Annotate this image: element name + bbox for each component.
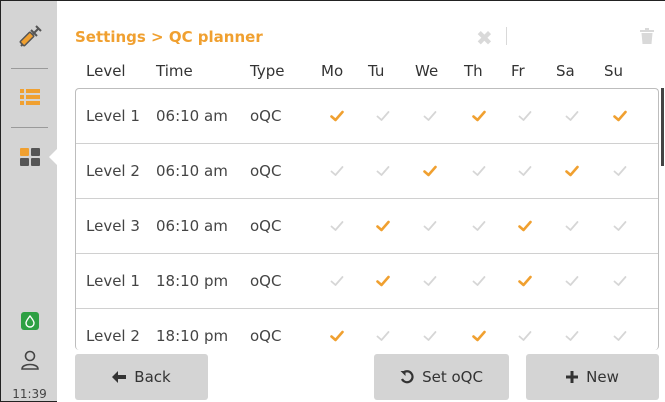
check-icon[interactable]: [472, 109, 486, 123]
undo-icon: [400, 370, 414, 384]
check-icon[interactable]: [472, 164, 486, 178]
cell-level: Level 2: [86, 327, 140, 345]
check-icon[interactable]: [330, 274, 344, 288]
cell-level: Level 1: [86, 272, 140, 290]
header-th: Th: [464, 62, 483, 80]
back-button[interactable]: Back: [75, 354, 208, 400]
check-icon[interactable]: [330, 219, 344, 233]
header-su: Su: [604, 62, 624, 80]
set-oqc-button[interactable]: Set oQC: [374, 354, 509, 400]
cell-time: 06:10 am: [156, 162, 228, 180]
check-icon[interactable]: [613, 219, 627, 233]
cell-type: oQC: [250, 327, 282, 345]
cell-level: Level 2: [86, 162, 140, 180]
back-label: Back: [134, 368, 171, 386]
sidebar-divider: [11, 68, 48, 69]
cell-level: Level 3: [86, 217, 140, 235]
check-icon[interactable]: [376, 109, 390, 123]
list-icon[interactable]: [1, 83, 58, 111]
cell-time: 06:10 am: [156, 217, 228, 235]
check-icon[interactable]: [518, 164, 532, 178]
arrow-left-icon: [112, 371, 127, 383]
breadcrumb: Settings > QC planner: [75, 28, 263, 46]
check-icon[interactable]: [565, 164, 579, 178]
top-frame: [0, 0, 665, 1]
cell-type: oQC: [250, 217, 282, 235]
check-icon[interactable]: [472, 219, 486, 233]
check-icon[interactable]: [518, 219, 532, 233]
new-label: New: [586, 368, 619, 386]
check-icon[interactable]: [565, 274, 579, 288]
check-icon[interactable]: [472, 274, 486, 288]
check-icon[interactable]: [613, 164, 627, 178]
check-icon[interactable]: [330, 164, 344, 178]
cell-type: oQC: [250, 162, 282, 180]
table-row[interactable]: Level 1 18:10 pm oQC: [76, 254, 658, 309]
header-time: Time: [156, 62, 193, 80]
header-fr: Fr: [511, 62, 525, 80]
check-icon[interactable]: [423, 274, 437, 288]
table-row[interactable]: Level 3 06:10 am oQC: [76, 199, 658, 254]
table-row[interactable]: Level 2 06:10 am oQC: [76, 144, 658, 199]
new-button[interactable]: New: [526, 354, 659, 400]
check-icon[interactable]: [518, 274, 532, 288]
check-icon[interactable]: [376, 219, 390, 233]
sidebar-divider: [11, 127, 48, 128]
check-icon[interactable]: [472, 329, 486, 343]
cell-level: Level 1: [86, 107, 140, 125]
scrollbar[interactable]: [661, 88, 664, 166]
cell-type: oQC: [250, 107, 282, 125]
check-icon[interactable]: [376, 164, 390, 178]
header-type: Type: [250, 62, 285, 80]
check-icon[interactable]: [613, 329, 627, 343]
header-mo: Mo: [321, 62, 344, 80]
check-icon[interactable]: [423, 164, 437, 178]
trash-icon[interactable]: [640, 28, 654, 48]
user-icon[interactable]: [1, 347, 58, 373]
header-divider: [506, 27, 507, 45]
check-icon[interactable]: [565, 219, 579, 233]
column-headers: Level Time Type Mo Tu We Th Fr Sa Su: [75, 62, 660, 84]
close-icon[interactable]: ✖: [476, 26, 493, 50]
cell-time: 18:10 pm: [156, 272, 229, 290]
check-icon[interactable]: [565, 329, 579, 343]
header-tu: Tu: [368, 62, 385, 80]
check-icon[interactable]: [376, 329, 390, 343]
header-we: We: [415, 62, 439, 80]
check-icon[interactable]: [565, 109, 579, 123]
check-icon[interactable]: [330, 329, 344, 343]
cell-time: 06:10 am: [156, 107, 228, 125]
table-row[interactable]: Level 2 18:10 pm oQC: [76, 309, 658, 350]
check-icon[interactable]: [518, 109, 532, 123]
cell-time: 18:10 pm: [156, 327, 229, 345]
active-indicator: [49, 147, 59, 167]
check-icon[interactable]: [423, 329, 437, 343]
check-icon[interactable]: [376, 274, 390, 288]
check-icon[interactable]: [330, 109, 344, 123]
clock-time: 11:39: [12, 387, 47, 401]
table-row[interactable]: Level 1 06:10 am oQC: [76, 89, 658, 144]
sidebar: 11:39: [0, 0, 59, 402]
header-level: Level: [86, 62, 126, 80]
qc-plan-table: Level 1 06:10 am oQC Level 2 06:10 am oQC Leve…: [75, 88, 659, 350]
cell-type: oQC: [250, 272, 282, 290]
check-icon[interactable]: [423, 219, 437, 233]
check-icon[interactable]: [613, 109, 627, 123]
plus-icon: [566, 371, 579, 383]
set-oqc-label: Set oQC: [422, 368, 483, 386]
syringe-icon[interactable]: [1, 19, 58, 55]
header-sa: Sa: [556, 62, 575, 80]
check-icon[interactable]: [423, 109, 437, 123]
check-icon[interactable]: [613, 274, 627, 288]
droplet-icon[interactable]: [1, 311, 58, 331]
check-icon[interactable]: [518, 329, 532, 343]
